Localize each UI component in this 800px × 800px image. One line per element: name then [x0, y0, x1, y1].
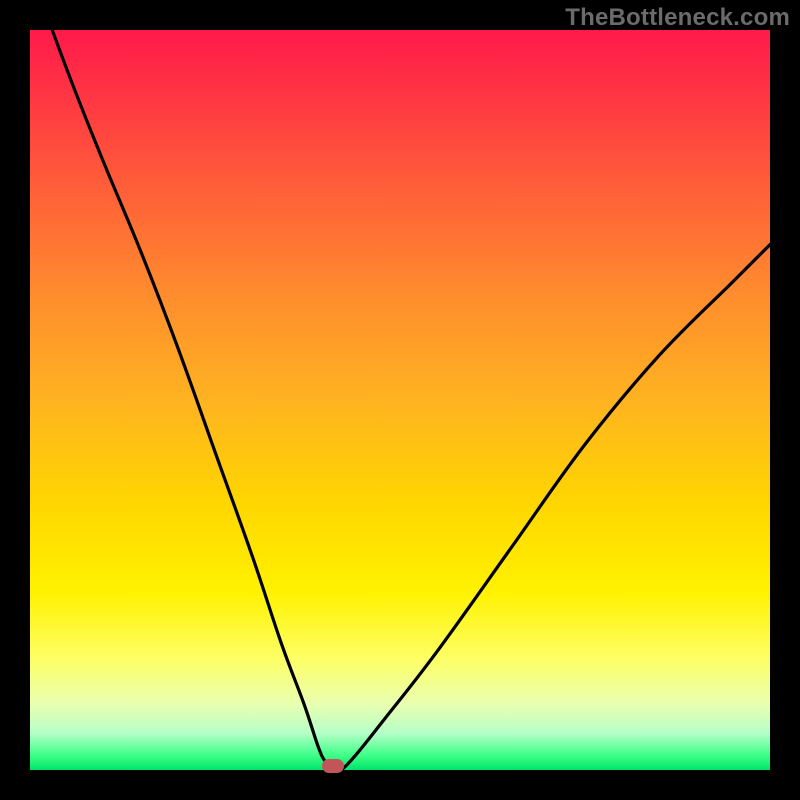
plot-area	[30, 30, 770, 770]
watermark-text: TheBottleneck.com	[565, 4, 790, 32]
chart-frame: TheBottleneck.com	[0, 0, 800, 800]
bottleneck-curve	[52, 30, 770, 770]
curve-svg	[30, 30, 770, 770]
optimum-marker	[322, 759, 344, 773]
